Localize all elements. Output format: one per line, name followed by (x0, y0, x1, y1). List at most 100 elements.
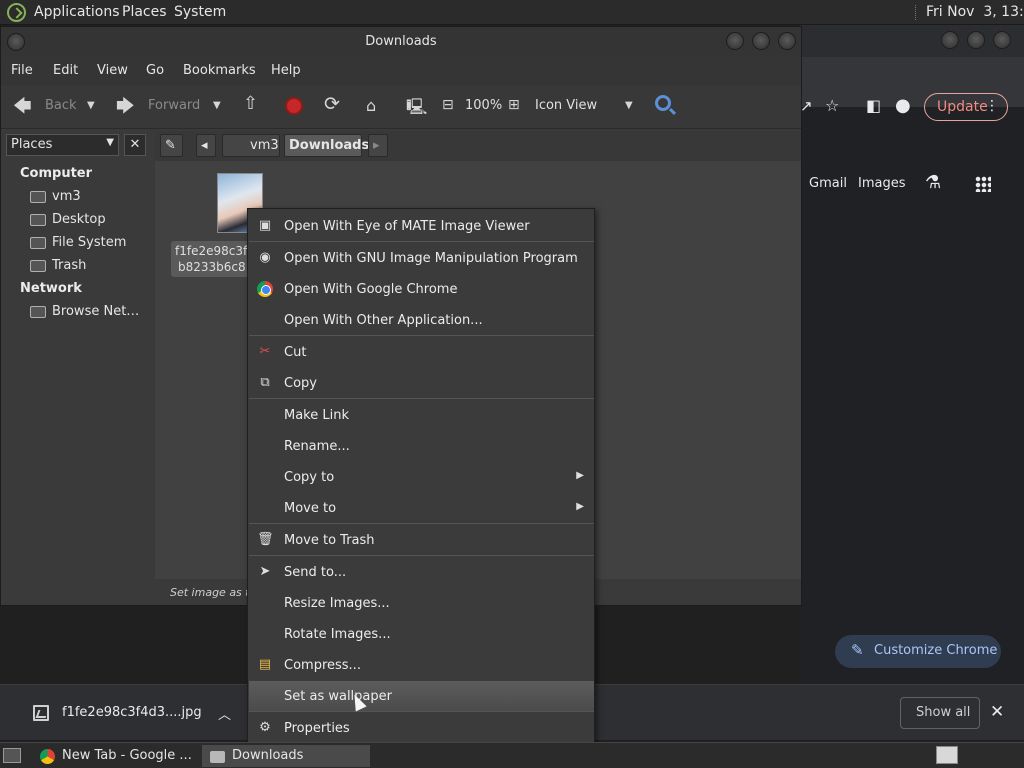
window-titlebar[interactable]: Downloads (1, 27, 801, 57)
chrome-window: ⌄ ↗ ☆ ◧ ● Update ⋮ Gmail Images ⚗ ✎ Cust… (800, 25, 1024, 740)
menu-item-rotate-images[interactable]: Rotate Images... (249, 619, 594, 649)
chevron-up-icon[interactable]: ︿ (218, 704, 231, 723)
home-folder-icon (30, 191, 46, 203)
show-desktop-icon[interactable] (3, 748, 21, 763)
more-menu-icon[interactable]: ⋮ (985, 98, 999, 114)
forward-history-dropdown-icon[interactable]: ▼ (213, 100, 221, 111)
copy-icon: ⧉ (260, 375, 270, 390)
path-left-arrow-icon[interactable]: ◂ (196, 134, 216, 157)
folder-icon (210, 751, 225, 763)
download-filename[interactable]: f1fe2e98c3f4d3....jpg (62, 705, 202, 720)
drive-icon (30, 237, 46, 249)
show-all-button[interactable]: Show all (900, 697, 980, 729)
sidebar-item-desktop[interactable]: Desktop (52, 212, 106, 227)
view-mode-dropdown-icon[interactable]: ▼ (625, 100, 633, 111)
menu-separator (249, 398, 594, 399)
menu-item-resize-images[interactable]: Resize Images... (249, 588, 594, 618)
desktop-folder-icon (30, 214, 46, 226)
menu-item-move-to[interactable]: Move to ▶ (249, 493, 594, 523)
apps-grid-icon[interactable] (975, 176, 991, 192)
clock[interactable]: Fri Nov 3, 13:41 (926, 4, 1024, 20)
task-label: New Tab - Google ... (62, 748, 192, 763)
up-arrow-icon[interactable]: ⇧ (243, 93, 258, 114)
menu-item-open-other[interactable]: Open With Other Application... (249, 305, 594, 335)
menu-file[interactable]: File (11, 63, 33, 78)
applications-menu[interactable]: Applications (34, 4, 120, 20)
sidebar-item-vm3[interactable]: vm3 (52, 189, 81, 204)
properties-icon: ⚙ (259, 720, 271, 735)
path-button-downloads[interactable]: Downloads (284, 134, 369, 157)
menu-item-move-to-trash[interactable]: 🗑 Move to Trash (249, 525, 594, 555)
forward-arrow-icon[interactable]: 🡆 (116, 94, 135, 124)
menu-item-rename[interactable]: Rename... (249, 431, 594, 461)
bookmark-star-icon[interactable]: ☆ (825, 96, 839, 115)
task-google-chrome[interactable]: New Tab - Google ... (32, 745, 200, 767)
customize-chrome-button[interactable]: ✎ Customize Chrome (835, 635, 1001, 668)
context-menu: ▣ Open With Eye of MATE Image Viewer ◉ O… (247, 208, 595, 744)
menu-item-make-link[interactable]: Make Link (249, 400, 594, 430)
stop-icon[interactable] (285, 97, 303, 115)
menu-go[interactable]: Go (146, 63, 164, 78)
close-button[interactable] (993, 31, 1011, 49)
menu-item-properties[interactable]: ⚙ Properties (249, 713, 594, 743)
close-icon[interactable]: ✕ (990, 702, 1004, 722)
maximize-button[interactable] (752, 32, 770, 50)
menu-item-open-eye-of-mate[interactable]: ▣ Open With Eye of MATE Image Viewer (249, 211, 594, 241)
menu-item-set-as-wallpaper[interactable]: Set as wallpaper (249, 681, 594, 711)
menu-help[interactable]: Help (271, 63, 301, 78)
home-icon[interactable]: ⌂ (366, 96, 376, 115)
menu-separator (249, 711, 594, 712)
sidebar-item-browse-network[interactable]: Browse Net… (52, 304, 139, 319)
chrome-icon (257, 281, 273, 297)
zoom-level[interactable]: 100% (465, 98, 502, 113)
sidebar-item-trash[interactable]: Trash (52, 258, 86, 273)
system-menu[interactable]: System (174, 4, 226, 20)
task-downloads[interactable]: Downloads (202, 745, 370, 767)
zoom-out-icon[interactable]: ⊟ (442, 97, 454, 113)
search-icon[interactable] (655, 95, 671, 111)
menu-item-compress[interactable]: ▤ Compress... (249, 650, 594, 680)
minimize-button[interactable] (726, 32, 744, 50)
top-panel: Applications Places System Fri Nov 3, 13… (0, 0, 1024, 25)
menu-item-cut[interactable]: ✂ Cut (249, 337, 594, 367)
back-history-dropdown-icon[interactable]: ▼ (87, 100, 95, 111)
menu-item-open-gimp[interactable]: ◉ Open With GNU Image Manipulation Progr… (249, 243, 594, 273)
edit-location-icon[interactable]: ✎ (160, 134, 183, 157)
zoom-in-icon[interactable]: ⊞ (508, 97, 520, 113)
back-arrow-icon[interactable]: 🡄 (13, 94, 32, 124)
places-menu[interactable]: Places (122, 4, 167, 20)
menu-item-copy[interactable]: ⧉ Copy (249, 368, 594, 398)
images-link[interactable]: Images (858, 176, 906, 191)
mate-logo-icon[interactable] (7, 3, 26, 22)
sidebar-selector[interactable]: Places ▼ (6, 134, 119, 156)
menu-item-copy-to[interactable]: Copy to ▶ (249, 462, 594, 492)
side-panel-icon[interactable]: ◧ (866, 96, 881, 115)
forward-button[interactable]: Forward (148, 98, 200, 113)
update-button[interactable]: Update ⋮ (924, 93, 1008, 121)
trash-icon (30, 260, 46, 272)
trash-icon: 🗑 (257, 532, 274, 547)
menu-edit[interactable]: Edit (53, 63, 78, 78)
labs-flask-icon[interactable]: ⚗ (925, 172, 941, 193)
workspace-switcher[interactable] (936, 746, 958, 764)
path-button-vm3[interactable]: vm3 (222, 134, 280, 157)
close-button[interactable] (778, 32, 796, 50)
customize-label: Customize Chrome (874, 643, 998, 658)
menu-item-send-to[interactable]: ➤ Send to... (249, 557, 594, 587)
reload-icon[interactable]: ⟳ (324, 93, 340, 115)
menu-item-open-chrome[interactable]: Open With Google Chrome (249, 274, 594, 304)
profile-avatar-icon[interactable]: ● (895, 95, 911, 116)
maximize-button[interactable] (967, 31, 985, 49)
menu-view[interactable]: View (97, 63, 128, 78)
gmail-link[interactable]: Gmail (809, 176, 847, 191)
back-button[interactable]: Back (45, 98, 77, 113)
sidebar-item-file-system[interactable]: File System (52, 235, 126, 250)
computer-icon[interactable]: 🖳 (406, 96, 427, 123)
minimize-button[interactable] (941, 31, 959, 49)
chrome-icon (40, 749, 55, 764)
path-right-arrow-icon[interactable]: ▸ (368, 134, 388, 157)
menu-bookmarks[interactable]: Bookmarks (183, 63, 256, 78)
close-sidebar-button[interactable]: ✕ (124, 134, 146, 156)
view-mode-select[interactable]: Icon View (535, 98, 597, 113)
menu-separator (249, 523, 594, 524)
